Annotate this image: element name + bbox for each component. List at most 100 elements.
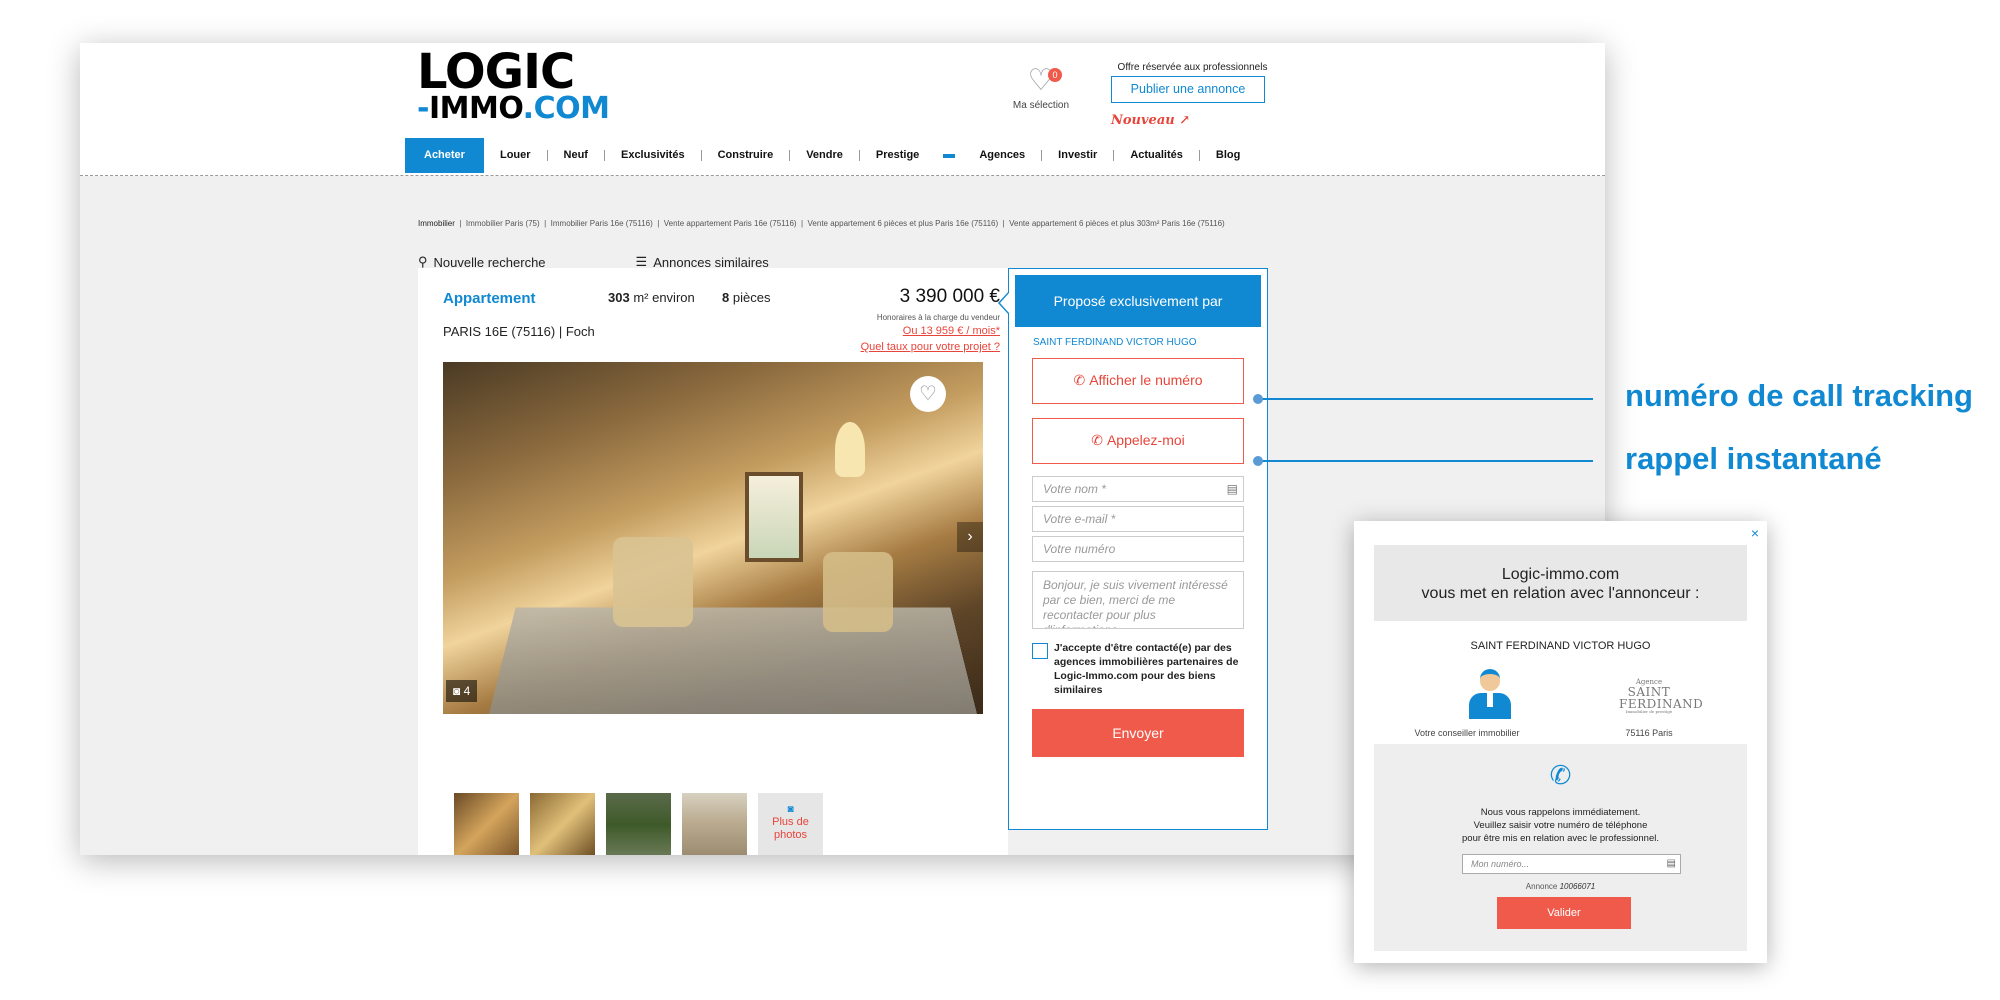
- name-field[interactable]: Votre nom * ▤: [1032, 476, 1244, 502]
- photo-lamp: [835, 422, 865, 477]
- property-type: Appartement: [443, 290, 536, 307]
- popup-title-line2: vous met en relation avec l'annonceur :: [1374, 584, 1747, 603]
- location: PARIS 16E (75116) | Foch: [443, 324, 595, 339]
- close-icon[interactable]: ×: [1751, 525, 1759, 541]
- phone-field[interactable]: Votre numéro: [1032, 536, 1244, 562]
- name-placeholder: Votre nom *: [1043, 482, 1106, 496]
- photo-thumbnails: ◙ Plus de photos: [454, 793, 823, 855]
- popup-instructions: Nous vous rappelons immédiatement. Veuil…: [1374, 806, 1747, 845]
- more-photos-button[interactable]: ◙ Plus de photos: [758, 793, 823, 855]
- advisor-caption: Votre conseiller immobilier: [1402, 728, 1532, 738]
- rooms: 8 pièces: [722, 290, 770, 305]
- logo-line2: -IMMO.COM: [417, 94, 609, 124]
- favorites-count-badge: 0: [1048, 68, 1062, 82]
- breadcrumb-item[interactable]: Immobilier Paris (75): [466, 219, 540, 228]
- consent-checkbox[interactable]: [1032, 643, 1048, 659]
- main-photo[interactable]: ♡ › ◙ 4: [443, 362, 983, 714]
- agency-logo-tagline: Immobilier de prestige: [1619, 710, 1679, 714]
- nav-item-prestige[interactable]: Prestige: [860, 138, 935, 173]
- nav-item-vendre[interactable]: Vendre: [790, 138, 859, 173]
- main-nav: Acheter Louer Neuf Exclusivités Construi…: [405, 138, 1285, 173]
- popup-phone-input[interactable]: Mon numéro... ▤: [1462, 854, 1681, 874]
- thumbnail[interactable]: [530, 793, 595, 855]
- listing-card: Appartement 303 m² environ 8 pièces 3 39…: [418, 268, 1008, 855]
- nav-item-agences[interactable]: Agences: [963, 138, 1041, 173]
- call-me-button[interactable]: ✆ Appelez-moi: [1032, 418, 1244, 464]
- validate-button[interactable]: Valider: [1497, 897, 1631, 929]
- stage: LOGIC -IMMO.COM ♡ 0 Ma sélection Offre r…: [0, 0, 2000, 1000]
- consent-label: J'accepte d'être contacté(e) par des age…: [1054, 641, 1249, 697]
- phone-placeholder: Votre numéro: [1043, 542, 1115, 556]
- rooms-unit: pièces: [733, 290, 771, 305]
- advisor-avatar: [1467, 669, 1513, 719]
- listing-reference: Annonce 10066071: [1374, 882, 1747, 891]
- nav-item-exclusivites[interactable]: Exclusivités: [605, 138, 701, 173]
- message-textarea[interactable]: Bonjour, je suis vivement intéressé par …: [1032, 571, 1244, 629]
- avatar-head: [1480, 669, 1500, 691]
- thumbnail[interactable]: [454, 793, 519, 855]
- breadcrumb-item[interactable]: Vente appartement 6 pièces et plus 303m²…: [1009, 219, 1225, 228]
- avatar-shirt: [1487, 693, 1493, 707]
- show-number-button[interactable]: ✆ Afficher le numéro: [1032, 358, 1244, 404]
- camera-icon: ◙: [758, 803, 823, 816]
- breadcrumb-item[interactable]: Immobilier Paris 16e (75116): [551, 219, 653, 228]
- popup-text-line2: Veuillez saisir votre numéro de téléphon…: [1374, 819, 1747, 832]
- logo-line1: LOGIC: [417, 48, 609, 96]
- fees-note: Honoraires à la charge du vendeur: [877, 313, 1000, 322]
- listing-reference-number: 10066071: [1560, 882, 1596, 891]
- send-button[interactable]: Envoyer: [1032, 709, 1244, 757]
- photo-window: [745, 472, 803, 562]
- logo-com: .COM: [523, 91, 610, 126]
- thumbnail[interactable]: [606, 793, 671, 855]
- monthly-payment-link[interactable]: Ou 13 959 € / mois*: [903, 325, 1000, 337]
- email-field[interactable]: Votre e-mail *: [1032, 506, 1244, 532]
- nav-item-actualites[interactable]: Actualités: [1114, 138, 1199, 173]
- rate-link[interactable]: Quel taux pour votre projet ?: [861, 341, 1000, 353]
- photo-count-badge: ◙ 4: [446, 680, 477, 702]
- breadcrumb-item[interactable]: Immobilier: [418, 219, 455, 228]
- callout-dot-call-tracking: [1253, 394, 1263, 404]
- price: 3 390 000 €: [900, 286, 1000, 308]
- id-card-icon: ▤: [1667, 855, 1676, 873]
- breadcrumb-item[interactable]: Vente appartement Paris 16e (75116): [664, 219, 797, 228]
- nav-item-neuf[interactable]: Neuf: [548, 138, 604, 173]
- nav-item-acheter[interactable]: Acheter: [405, 138, 484, 173]
- surface: 303 m² environ: [608, 290, 695, 305]
- id-card-icon: ▤: [1227, 477, 1238, 501]
- logo-dash: -: [417, 91, 429, 126]
- popup-text-line3: pour être mis en relation avec le profes…: [1374, 832, 1747, 845]
- phone-icon: ✆: [1073, 372, 1085, 388]
- chevron-right-icon[interactable]: ›: [957, 522, 983, 552]
- camera-icon: ◙: [453, 684, 460, 698]
- heart-icon[interactable]: ♡: [910, 376, 946, 412]
- breadcrumb-item[interactable]: Vente appartement 6 pièces et plus Paris…: [808, 219, 999, 228]
- photo-count: 4: [464, 684, 471, 698]
- call-me-label: Appelez-moi: [1107, 432, 1185, 448]
- nav-item-investir[interactable]: Investir: [1042, 138, 1113, 173]
- callout-call-tracking: numéro de call tracking: [1625, 378, 1973, 414]
- callout-line-instant-callback: [1258, 460, 1593, 462]
- callback-icon: ✆: [1091, 432, 1103, 448]
- popup-header: Logic-immo.com vous met en relation avec…: [1374, 545, 1747, 621]
- popup-phone-placeholder: Mon numéro...: [1471, 859, 1529, 869]
- popup-title-line1: Logic-immo.com: [1374, 565, 1747, 584]
- surface-value: 303: [608, 290, 630, 305]
- nav-item-construire[interactable]: Construire: [702, 138, 790, 173]
- contact-header: Proposé exclusivement par: [1015, 275, 1261, 327]
- agency-name[interactable]: SAINT FERDINAND VICTOR HUGO: [1033, 337, 1197, 348]
- logo-immo: IMMO: [429, 91, 523, 126]
- site-logo[interactable]: LOGIC -IMMO.COM: [417, 48, 609, 124]
- agency-logo: Agence SAINT FERDINAND Immobilier de pre…: [1619, 679, 1679, 714]
- heart-icon: ♡: [976, 66, 1106, 96]
- listing-reference-label: Annonce: [1526, 882, 1558, 891]
- nav-item-blog[interactable]: Blog: [1200, 138, 1256, 173]
- callout-line-call-tracking: [1258, 398, 1593, 400]
- more-photos-label: Plus de photos: [772, 816, 809, 841]
- callback-icon: ✆: [1374, 760, 1747, 791]
- new-label: Nouveau ↗: [1111, 113, 1190, 128]
- publish-listing-button[interactable]: Publier une annonce: [1111, 76, 1265, 103]
- thumbnail[interactable]: [682, 793, 747, 855]
- nav-item-louer[interactable]: Louer: [484, 138, 547, 173]
- pro-offer-label: Offre réservée aux professionnels: [1110, 62, 1275, 73]
- favorites-link[interactable]: ♡ 0 Ma sélection: [976, 66, 1106, 111]
